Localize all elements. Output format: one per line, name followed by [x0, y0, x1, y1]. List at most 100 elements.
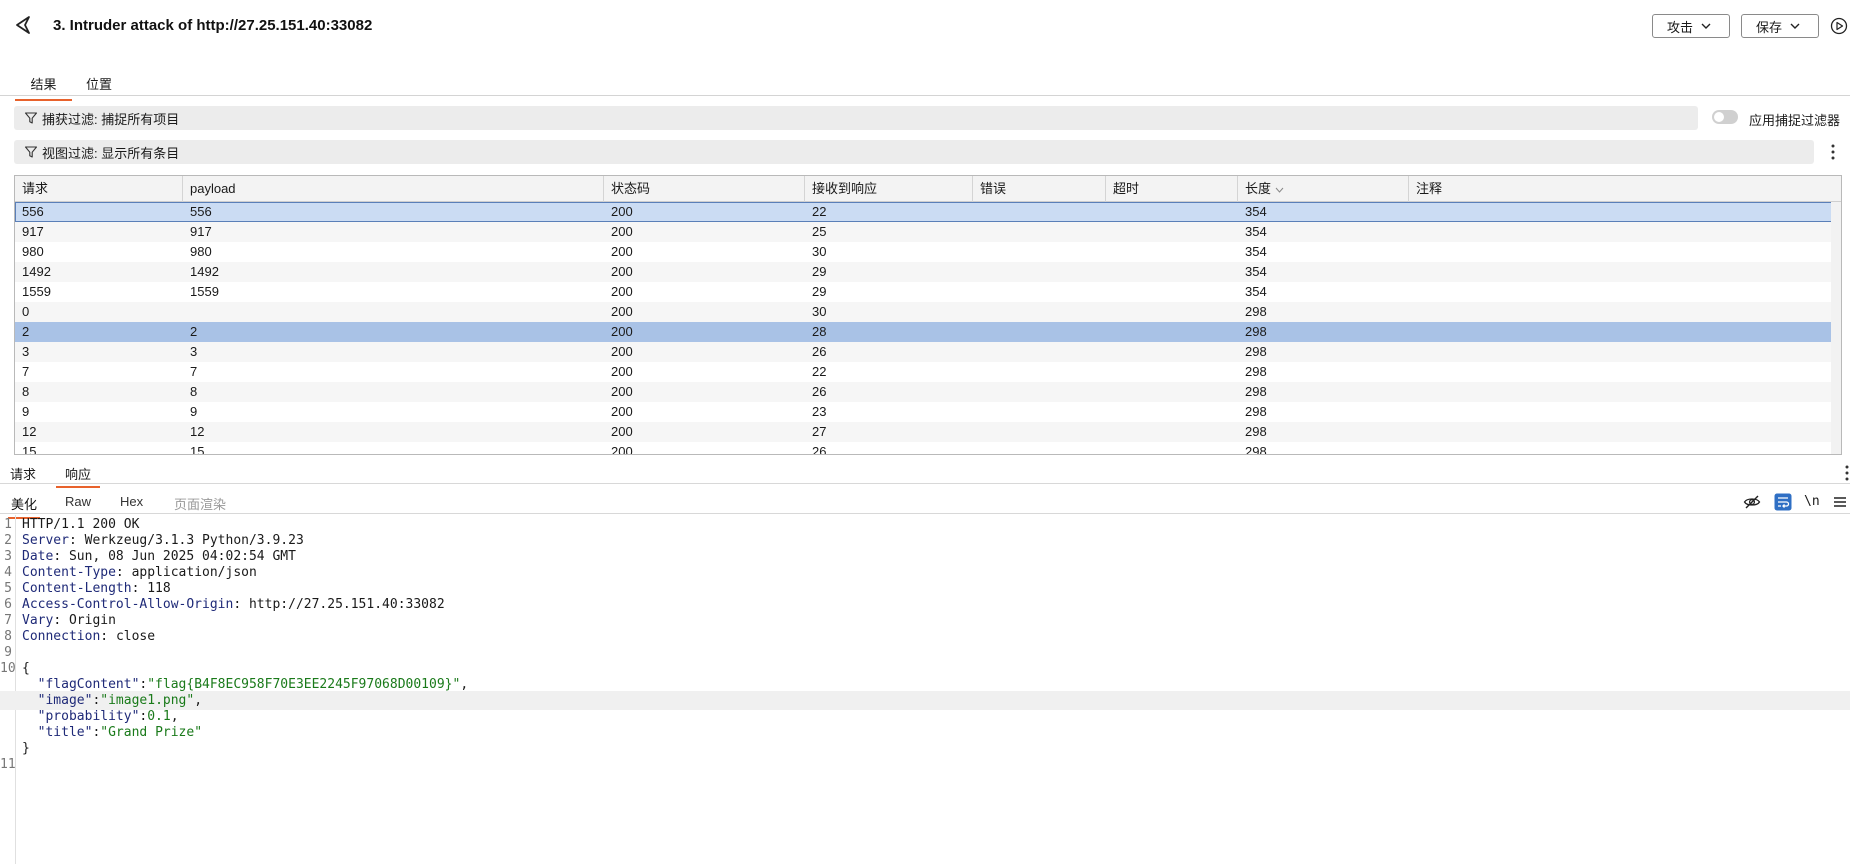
cell-received: 30 — [812, 304, 827, 319]
tab-response[interactable]: 响应 — [56, 464, 100, 488]
json-value: "image1.png" — [100, 693, 195, 708]
header-value: http://27.25.151.40:33082 — [248, 597, 445, 612]
json-key: "flagContent" — [37, 677, 140, 692]
table-row[interactable]: 0 200 30 298 — [15, 302, 1841, 322]
column-header-status[interactable]: 状态码 — [604, 176, 805, 202]
cell-comment — [1409, 262, 1416, 282]
capture-filter-label: 捕获过滤: 捕捉所有项目 — [42, 111, 180, 127]
cell-timeout — [1106, 422, 1113, 442]
cell-request: 2 — [22, 324, 30, 339]
cell-payload — [183, 302, 190, 322]
cell-received: 26 — [812, 444, 827, 455]
cell-request: 0 — [22, 304, 30, 319]
tab-positions[interactable]: 位置 — [86, 74, 112, 99]
cell-received: 28 — [812, 324, 827, 339]
table-row[interactable]: 1492 1492 200 29 354 — [15, 262, 1841, 282]
cell-status: 200 — [611, 364, 633, 379]
json-key: "title" — [37, 725, 93, 740]
cell-status: 200 — [611, 304, 633, 319]
table-header: 请求 payload 状态码 接收到响应 错误 超时 长度 注释 — [15, 176, 1841, 202]
cell-timeout — [1106, 322, 1113, 342]
cell-payload: 15 — [190, 444, 205, 455]
cell-error — [973, 442, 980, 454]
send-back-icon[interactable] — [12, 14, 34, 36]
cell-status: 200 — [611, 204, 633, 219]
chevron-down-icon — [1790, 23, 1800, 29]
cell-received: 29 — [812, 264, 827, 279]
filter-icon — [24, 112, 38, 124]
cell-error — [973, 322, 980, 342]
more-options-icon[interactable] — [1844, 464, 1850, 482]
table-scrollbar[interactable] — [1831, 202, 1841, 454]
cell-length: 298 — [1245, 424, 1267, 439]
header-name: Content-Type — [22, 565, 116, 580]
window-title: 3. Intruder attack of http://27.25.151.4… — [53, 17, 373, 34]
header-name: Server — [22, 533, 69, 548]
play-icon[interactable] — [1830, 17, 1848, 35]
tab-results[interactable]: 结果 — [15, 74, 72, 101]
cell-timeout — [1106, 362, 1113, 382]
results-table: 请求 payload 状态码 接收到响应 错误 超时 长度 注释 556 556 2… — [14, 175, 1842, 455]
table-row[interactable]: 1559 1559 200 29 354 — [15, 282, 1841, 302]
table-row[interactable]: 9 9 200 23 298 — [15, 402, 1841, 422]
column-header-timeout[interactable]: 超时 — [1106, 176, 1238, 202]
filter-icon — [24, 146, 38, 158]
cell-status: 200 — [611, 324, 633, 339]
table-row[interactable]: 980 980 200 30 354 — [15, 242, 1841, 262]
cell-status: 200 — [611, 224, 633, 239]
table-row[interactable]: 2 2 200 28 298 — [15, 322, 1841, 342]
cell-status: 200 — [611, 284, 633, 299]
column-header-payload[interactable]: payload — [183, 176, 604, 202]
cell-request: 917 — [22, 224, 44, 239]
tab-hex[interactable]: Hex — [120, 494, 143, 513]
cell-timeout — [1106, 382, 1113, 402]
cell-timeout — [1106, 302, 1113, 322]
save-button[interactable]: 保存 — [1741, 14, 1819, 38]
column-header-response-received[interactable]: 接收到响应 — [805, 176, 973, 202]
cell-payload: 980 — [190, 244, 212, 259]
cell-timeout — [1106, 262, 1113, 282]
cell-length: 354 — [1245, 284, 1267, 299]
header-value: Origin — [68, 613, 116, 628]
cell-length: 298 — [1245, 444, 1267, 455]
json-value: 0.1 — [147, 709, 171, 724]
tab-raw[interactable]: Raw — [65, 494, 91, 513]
hide-eye-icon[interactable] — [1743, 493, 1761, 511]
table-row[interactable]: 12 12 200 27 298 — [15, 422, 1841, 442]
table-row[interactable]: 7 7 200 22 298 — [15, 362, 1841, 382]
detail-tabs: 请求 响应 — [0, 462, 1850, 488]
table-row[interactable]: 3 3 200 26 298 — [15, 342, 1841, 362]
apply-capture-filter-toggle[interactable] — [1712, 110, 1738, 124]
hamburger-menu-icon[interactable] — [1831, 493, 1849, 511]
column-header-length[interactable]: 长度 — [1238, 176, 1409, 202]
more-options-icon[interactable] — [1830, 143, 1836, 161]
tab-request[interactable]: 请求 — [10, 464, 36, 486]
table-row[interactable]: 556 556 200 22 354 — [15, 202, 1841, 222]
column-header-error[interactable]: 错误 — [973, 176, 1106, 202]
tab-render[interactable]: 页面渲染 — [174, 494, 226, 517]
response-editor[interactable]: 1 HTTP/1.1 200 OK 2 Server: Werkzeug/3.1.3 … — [0, 515, 1850, 864]
capture-filter-bar[interactable]: 捕获过滤: 捕捉所有项目 — [14, 106, 1698, 130]
json-brace: } — [22, 741, 30, 756]
show-newlines-toggle[interactable]: \n — [1804, 493, 1822, 511]
view-mode-tabs: 美化 Raw Hex 页面渲染 — [0, 490, 1850, 519]
cell-comment — [1409, 222, 1416, 242]
json-value: "flag{B4F8EC958F70E3EE2245F97068D00109}" — [147, 677, 461, 692]
table-row[interactable]: 8 8 200 26 298 — [15, 382, 1841, 402]
column-header-request[interactable]: 请求 — [15, 176, 183, 202]
table-row[interactable]: 15 15 200 26 298 — [15, 442, 1841, 455]
view-filter-bar[interactable]: 视图过滤: 显示所有条目 — [14, 140, 1814, 164]
attack-button[interactable]: 攻击 — [1652, 14, 1730, 38]
apply-capture-filter-label: 应用捕捉过滤器 — [1749, 113, 1841, 128]
cell-received: 26 — [812, 384, 827, 399]
header-value: application/json — [131, 565, 257, 580]
view-filter-label: 视图过滤: 显示所有条目 — [42, 145, 180, 161]
cell-comment — [1409, 242, 1416, 262]
table-body: 556 556 200 22 354 917 917 200 25 354 980 980 200 30 3… — [15, 202, 1841, 455]
cell-length: 298 — [1245, 304, 1267, 319]
word-wrap-icon[interactable] — [1774, 493, 1792, 511]
column-header-comment[interactable]: 注释 — [1409, 176, 1841, 202]
table-row[interactable]: 917 917 200 25 354 — [15, 222, 1841, 242]
cell-error — [973, 362, 980, 382]
